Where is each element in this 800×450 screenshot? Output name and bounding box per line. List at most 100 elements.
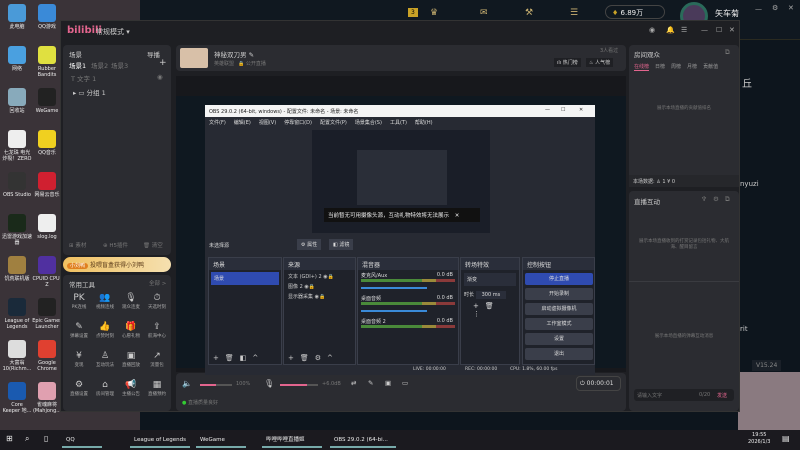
room-title[interactable]: 神秘双刀男 ✎ — [214, 49, 254, 59]
scene-item[interactable]: 场景 — [211, 272, 279, 285]
source-item[interactable]: 图像 2 ◉🔒 — [288, 282, 351, 292]
taskbar-item[interactable]: WeGame — [196, 433, 246, 448]
obs-menu-item[interactable]: 帮助(H) — [415, 119, 433, 126]
desktop-icon[interactable]: Rubber Bandits — [32, 46, 62, 78]
obs-menu-item[interactable]: 停靠窗口(D) — [284, 119, 312, 126]
desktop-icon[interactable]: League of Legends — [2, 298, 32, 330]
eye-icon[interactable]: ◉ — [157, 73, 163, 81]
taskbar-item[interactable]: League of Legends — [130, 433, 190, 448]
effects-off-icon[interactable]: ✎ — [368, 379, 373, 387]
visibility-icon[interactable]: ◉🔒 — [322, 274, 334, 280]
switch-icon[interactable]: ⇄ — [351, 379, 356, 387]
missions-icon[interactable]: ☰ — [570, 8, 578, 18]
group-item[interactable]: ▸ ▭ 分组 1 — [73, 87, 106, 97]
filters-button[interactable]: ◧ 滤镜 — [329, 239, 354, 250]
desktop-icon[interactable]: QQ游戏 — [32, 4, 62, 30]
transition-select[interactable]: 渐变 — [464, 273, 516, 286]
tool-button[interactable]: 👍 点赞时刻 — [92, 322, 118, 339]
audience-tab[interactable]: 月榜 — [687, 63, 697, 71]
tool-button[interactable]: ⚙ 直播设置 — [66, 380, 92, 397]
obs-menu-item[interactable]: 视图(V) — [259, 119, 276, 126]
settings-icon[interactable]: ⚙ — [713, 195, 719, 203]
tab-scene-2[interactable]: 场景2 — [91, 60, 108, 70]
visibility-label[interactable]: 🔒 公开直播 — [238, 60, 266, 67]
volume-slider[interactable] — [361, 287, 427, 289]
camera-effects-icon[interactable]: ▣ — [385, 379, 391, 387]
tool-button[interactable]: 🎙 观众连麦 — [118, 293, 144, 310]
trophy-icon[interactable]: ♛ — [430, 8, 438, 18]
desktop-icon[interactable]: 七龙珠 电光炸裂！ZERO — [2, 130, 32, 162]
camera-icon[interactable]: ▭ — [402, 379, 408, 387]
currency-display[interactable]: ♦ 6.89万 — [605, 5, 665, 19]
promo-banner[interactable]: 小刘鸭 投喂盲盒获得小刘鸭 — [63, 257, 171, 272]
desktop-icon[interactable]: CPUID CPU-Z — [32, 256, 62, 288]
audience-tab[interactable]: 贡献值 — [703, 63, 718, 71]
visibility-icon[interactable]: ◉🔒 — [313, 294, 326, 300]
room-category[interactable]: 英雄联盟 — [214, 60, 234, 67]
materials-button[interactable]: ⊞ 素材 — [69, 241, 86, 249]
task-view-icon[interactable]: ▯ — [44, 434, 48, 443]
control-button[interactable]: 启动虚拟摄像机 — [525, 303, 593, 315]
send-button[interactable]: 发送 — [717, 392, 727, 399]
desktop-icon[interactable]: Google Chrome — [32, 340, 62, 372]
minimize-button[interactable]: — — [701, 26, 708, 34]
desktop-icon[interactable]: 网易云音乐 — [32, 172, 62, 198]
desktop-icon[interactable]: WeGame — [32, 88, 62, 114]
tool-button[interactable]: ▣ 直播回放 — [118, 351, 144, 368]
desktop-icon[interactable]: Core Keeper 地... — [2, 382, 32, 414]
obs-menu-item[interactable]: 编辑(E) — [234, 119, 251, 126]
crafting-icon[interactable]: ⚒ — [525, 8, 533, 18]
obs-preview[interactable]: 当前暂无可用摄像头源，互动礼物特效将无法展示 ✕ — [312, 130, 490, 233]
speaker-volume-slider[interactable] — [200, 384, 232, 386]
start-icon[interactable]: ⊞ — [6, 434, 13, 443]
source-toolbar-buttons[interactable]: +🗑⚙^ — [288, 354, 339, 362]
transition-buttons[interactable]: +🗑⋮ — [461, 300, 519, 320]
minimize-button[interactable]: — — [545, 107, 550, 113]
obs-menu-item[interactable]: 场景集合(S) — [355, 119, 382, 126]
control-button[interactable]: 退出 — [525, 348, 593, 360]
control-button[interactable]: 开始录制 — [525, 288, 593, 300]
desktop-icon[interactable]: 雀魂麻将(Mahjong... — [32, 382, 62, 414]
maximize-button[interactable]: ☐ — [561, 107, 565, 113]
store-icon[interactable]: ✉ — [480, 8, 488, 18]
desktop-icon[interactable]: 大富翁10(Richm... — [2, 340, 32, 372]
stop-live-button[interactable]: ⏻ 00:00:01 — [576, 376, 621, 391]
notification-center-icon[interactable]: ▤ — [782, 434, 790, 443]
close-button[interactable]: ✕ — [579, 107, 583, 113]
room-cover[interactable] — [180, 48, 208, 68]
tab-scene-3[interactable]: 场景3 — [111, 60, 128, 70]
tool-button[interactable]: 👥 视频连线 — [92, 293, 118, 310]
popout-icon[interactable]: ⧉ — [725, 195, 730, 204]
volume-slider[interactable] — [361, 310, 427, 312]
close-button[interactable]: ✕ — [729, 26, 735, 34]
tool-button[interactable]: ↗ 流量包 — [144, 351, 170, 368]
properties-button[interactable]: ⚙ 属性 — [297, 239, 322, 250]
add-scene-icon[interactable]: + — [159, 58, 167, 68]
obs-menu-item[interactable]: 文件(F) — [209, 119, 226, 126]
all-tools-link[interactable]: 全部 > — [149, 279, 166, 287]
chat-input[interactable]: 请输入文字 0/20 发送 — [634, 389, 734, 401]
tool-button[interactable]: ¥ 变现 — [66, 351, 92, 368]
obs-menu-item[interactable]: 配置文件(P) — [320, 119, 347, 126]
tool-button[interactable]: 🎁 心愿礼物 — [118, 322, 144, 339]
tab-scene-1[interactable]: 场景1 — [69, 60, 86, 70]
tool-button[interactable]: ⌂ 房间管理 — [92, 380, 118, 397]
desktop-icon[interactable]: 回收站 — [2, 88, 32, 114]
search-icon[interactable]: ⌕ — [25, 434, 29, 444]
speaker-icon[interactable]: 🔈 — [182, 379, 192, 388]
tool-button[interactable]: 📢 主播公告 — [118, 380, 144, 397]
control-button[interactable]: 工作室模式 — [525, 318, 593, 330]
clock[interactable]: 19:55 2026/1/3 — [748, 432, 770, 446]
popularity-rank-button[interactable]: ♨ 人气榜 — [586, 58, 614, 67]
hot-rank-button[interactable]: ılı 热门榜 — [554, 58, 581, 67]
desktop-icon[interactable]: 迅雷游戏加速器 — [2, 214, 32, 246]
visibility-icon[interactable]: ◉🔒 — [303, 284, 315, 290]
mode-dropdown[interactable]: 常规模式 ▾ — [96, 27, 130, 37]
desktop-icon[interactable]: OBS Studio — [2, 172, 32, 198]
desktop-icon[interactable]: Epic Games Launcher — [32, 298, 62, 330]
scene-toolbar[interactable]: +🗑◧^ — [213, 354, 264, 362]
settings-icon[interactable]: ⚙ — [772, 4, 778, 12]
tool-button[interactable]: ⇪ 航海中心 — [144, 322, 170, 339]
close-icon[interactable]: ✕ — [788, 4, 794, 12]
popout-icon[interactable]: ⧉ — [725, 48, 730, 57]
